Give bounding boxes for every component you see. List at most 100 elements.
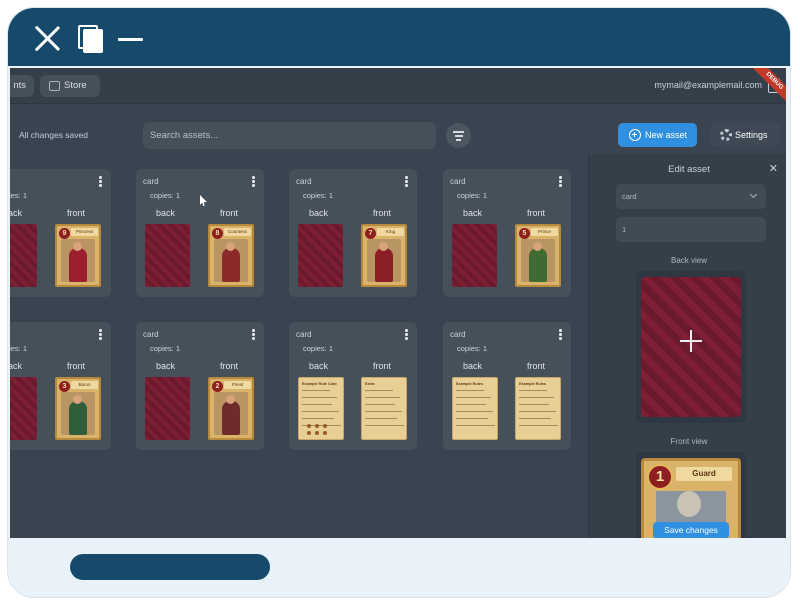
rule-card-back: Example Rules — [452, 377, 498, 440]
nav-tab-store-label: Store — [64, 80, 87, 91]
asset-card[interactable]: card copies: 1 back front 7 King — [289, 169, 417, 297]
asset-type: card — [296, 177, 312, 186]
front-label: front — [67, 361, 86, 371]
character-figure — [222, 401, 240, 435]
store-icon — [49, 81, 60, 91]
front-label: front — [220, 208, 239, 218]
rule-card-back: Example Rule Card — [298, 377, 344, 440]
nav-tab-store[interactable]: Store — [40, 75, 100, 97]
asset-type: card — [450, 177, 466, 186]
character-head — [73, 395, 82, 404]
cost-medal: 9 — [59, 228, 70, 239]
cost-medal: 2 — [212, 381, 223, 392]
panel-title: Edit asset — [668, 164, 710, 175]
card-back-thumbnail — [145, 377, 190, 440]
asset-copies: copies: 1 — [457, 191, 488, 200]
character-head — [226, 395, 235, 404]
character-figure — [529, 248, 547, 282]
front-label: front — [373, 361, 392, 371]
card-front-thumbnail: 5 Prince — [515, 224, 561, 287]
card-back-thumbnail — [298, 224, 343, 287]
more-options-icon[interactable] — [559, 329, 562, 340]
chevron-down-icon — [749, 190, 758, 199]
cost-medal: 5 — [519, 228, 530, 239]
search-input[interactable]: Search assets... — [143, 122, 436, 149]
character-head — [226, 242, 235, 251]
card-front-thumbnail: 9 Princess — [55, 224, 101, 287]
copies-input[interactable]: 1 — [616, 217, 766, 242]
more-options-icon[interactable] — [252, 329, 255, 340]
card-front-thumbnail: 8 Countess — [208, 224, 254, 287]
rule-heading: Example Rule Card — [302, 382, 337, 386]
new-asset-label: New asset — [645, 130, 688, 140]
more-options-icon[interactable] — [252, 176, 255, 187]
card-name-banner: Priest — [224, 381, 251, 389]
character-head — [379, 242, 388, 251]
cost-medal: 1 — [647, 464, 673, 490]
close-icon[interactable] — [34, 25, 60, 51]
asset-type-select[interactable]: card — [616, 184, 766, 209]
tablet-frame: nts Store mymail@examplemail.com DEBUG A… — [8, 8, 790, 597]
back-view-label: Back view — [670, 256, 707, 265]
back-view-dropzone[interactable] — [636, 271, 746, 423]
asset-type: card — [450, 330, 466, 339]
back-label: back — [156, 208, 176, 218]
nav-tab-assets[interactable]: nts — [10, 75, 34, 97]
back-label: back — [156, 361, 176, 371]
asset-copies: copies: 1 — [303, 191, 334, 200]
asset-card[interactable]: cardcopies: 1backfront9Princess — [10, 169, 111, 297]
save-status: All changes saved — [19, 130, 88, 140]
asset-type: card — [296, 330, 312, 339]
settings-label: Settings — [735, 130, 768, 140]
asset-card[interactable]: card copies: 1 back front 2 Priest — [136, 322, 264, 450]
minimize-icon[interactable] — [118, 38, 143, 41]
more-options-icon[interactable] — [99, 329, 102, 340]
app-header: nts Store mymail@examplemail.com DEBUG — [10, 68, 786, 107]
asset-copies: copies: 1 — [10, 344, 28, 353]
character-head — [533, 242, 542, 251]
asset-card[interactable]: card copies: 1 back front 8 Countess — [136, 169, 264, 297]
edit-asset-panel: Edit asset ✕ card 1 Back view Front view… — [588, 154, 786, 538]
more-options-icon[interactable] — [99, 176, 102, 187]
guard-head — [677, 491, 701, 517]
new-asset-button[interactable]: New asset — [618, 123, 697, 147]
settings-button[interactable]: Settings — [710, 123, 780, 147]
asset-card[interactable]: cardcopies: 1backfront3Baron — [10, 322, 111, 450]
cost-medal: 3 — [59, 381, 70, 392]
card-front-thumbnail: 3 Baron — [55, 377, 101, 440]
character-figure — [69, 401, 87, 435]
back-label: back — [10, 361, 23, 371]
character-figure — [375, 248, 393, 282]
card-name-banner: King — [377, 228, 404, 236]
more-options-icon[interactable] — [559, 176, 562, 187]
asset-type: card — [143, 330, 159, 339]
more-options-icon[interactable] — [405, 176, 408, 187]
asset-copies: copies: 1 — [303, 344, 334, 353]
character-figure — [69, 248, 87, 282]
save-changes-button[interactable]: Save changes — [653, 522, 729, 538]
card-back-thumbnail — [145, 224, 190, 287]
card-name-banner: Baron — [71, 381, 98, 389]
asset-type: card — [143, 177, 159, 186]
copy-icon[interactable] — [78, 25, 104, 53]
rule-card-front: Extra — [361, 377, 407, 440]
asset-copies: copies: 1 — [457, 344, 488, 353]
filter-button[interactable] — [446, 123, 471, 148]
asset-card[interactable]: card copies: 1 back front Example Rules Examp… — [443, 322, 571, 450]
asset-card[interactable]: card copies: 1 back front 5 Prince — [443, 169, 571, 297]
rule-heading: Extra — [365, 382, 375, 386]
front-label: front — [527, 208, 546, 218]
asset-toolbar: All changes saved Search assets... New a… — [10, 104, 786, 154]
asset-card[interactable]: card copies: 1 back front Example Rule Card E… — [289, 322, 417, 450]
character-head — [73, 242, 82, 251]
card-name-banner: Countess — [224, 228, 251, 236]
close-icon[interactable]: ✕ — [769, 162, 778, 175]
cost-medal: 7 — [365, 228, 376, 239]
back-label: back — [309, 208, 329, 218]
back-label: back — [10, 208, 23, 218]
home-bar[interactable] — [70, 554, 270, 580]
more-options-icon[interactable] — [405, 329, 408, 340]
character-figure — [222, 248, 240, 282]
window-title-bar — [8, 8, 790, 66]
user-email: mymail@examplemail.com — [654, 80, 762, 90]
